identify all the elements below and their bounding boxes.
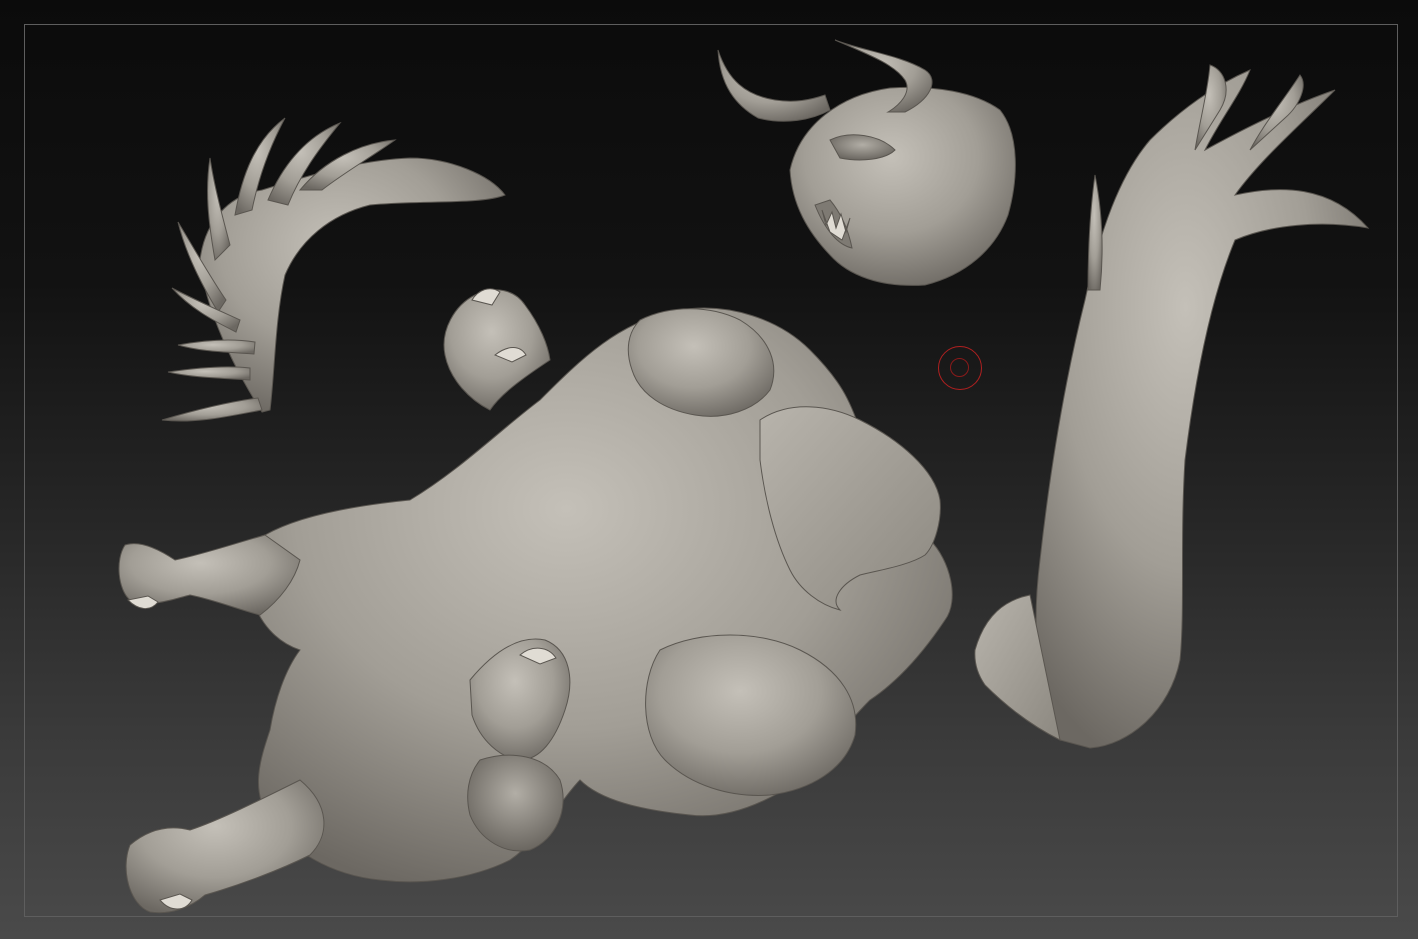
right-wing-mesh[interactable] bbox=[974, 64, 1370, 749]
canvas-viewport[interactable] bbox=[0, 0, 1418, 939]
brush-cursor-icon bbox=[938, 346, 982, 390]
sculpt-scene[interactable] bbox=[0, 0, 1418, 939]
demon-head-mesh[interactable] bbox=[717, 39, 1016, 286]
brush-cursor-inner-ring bbox=[950, 358, 969, 377]
